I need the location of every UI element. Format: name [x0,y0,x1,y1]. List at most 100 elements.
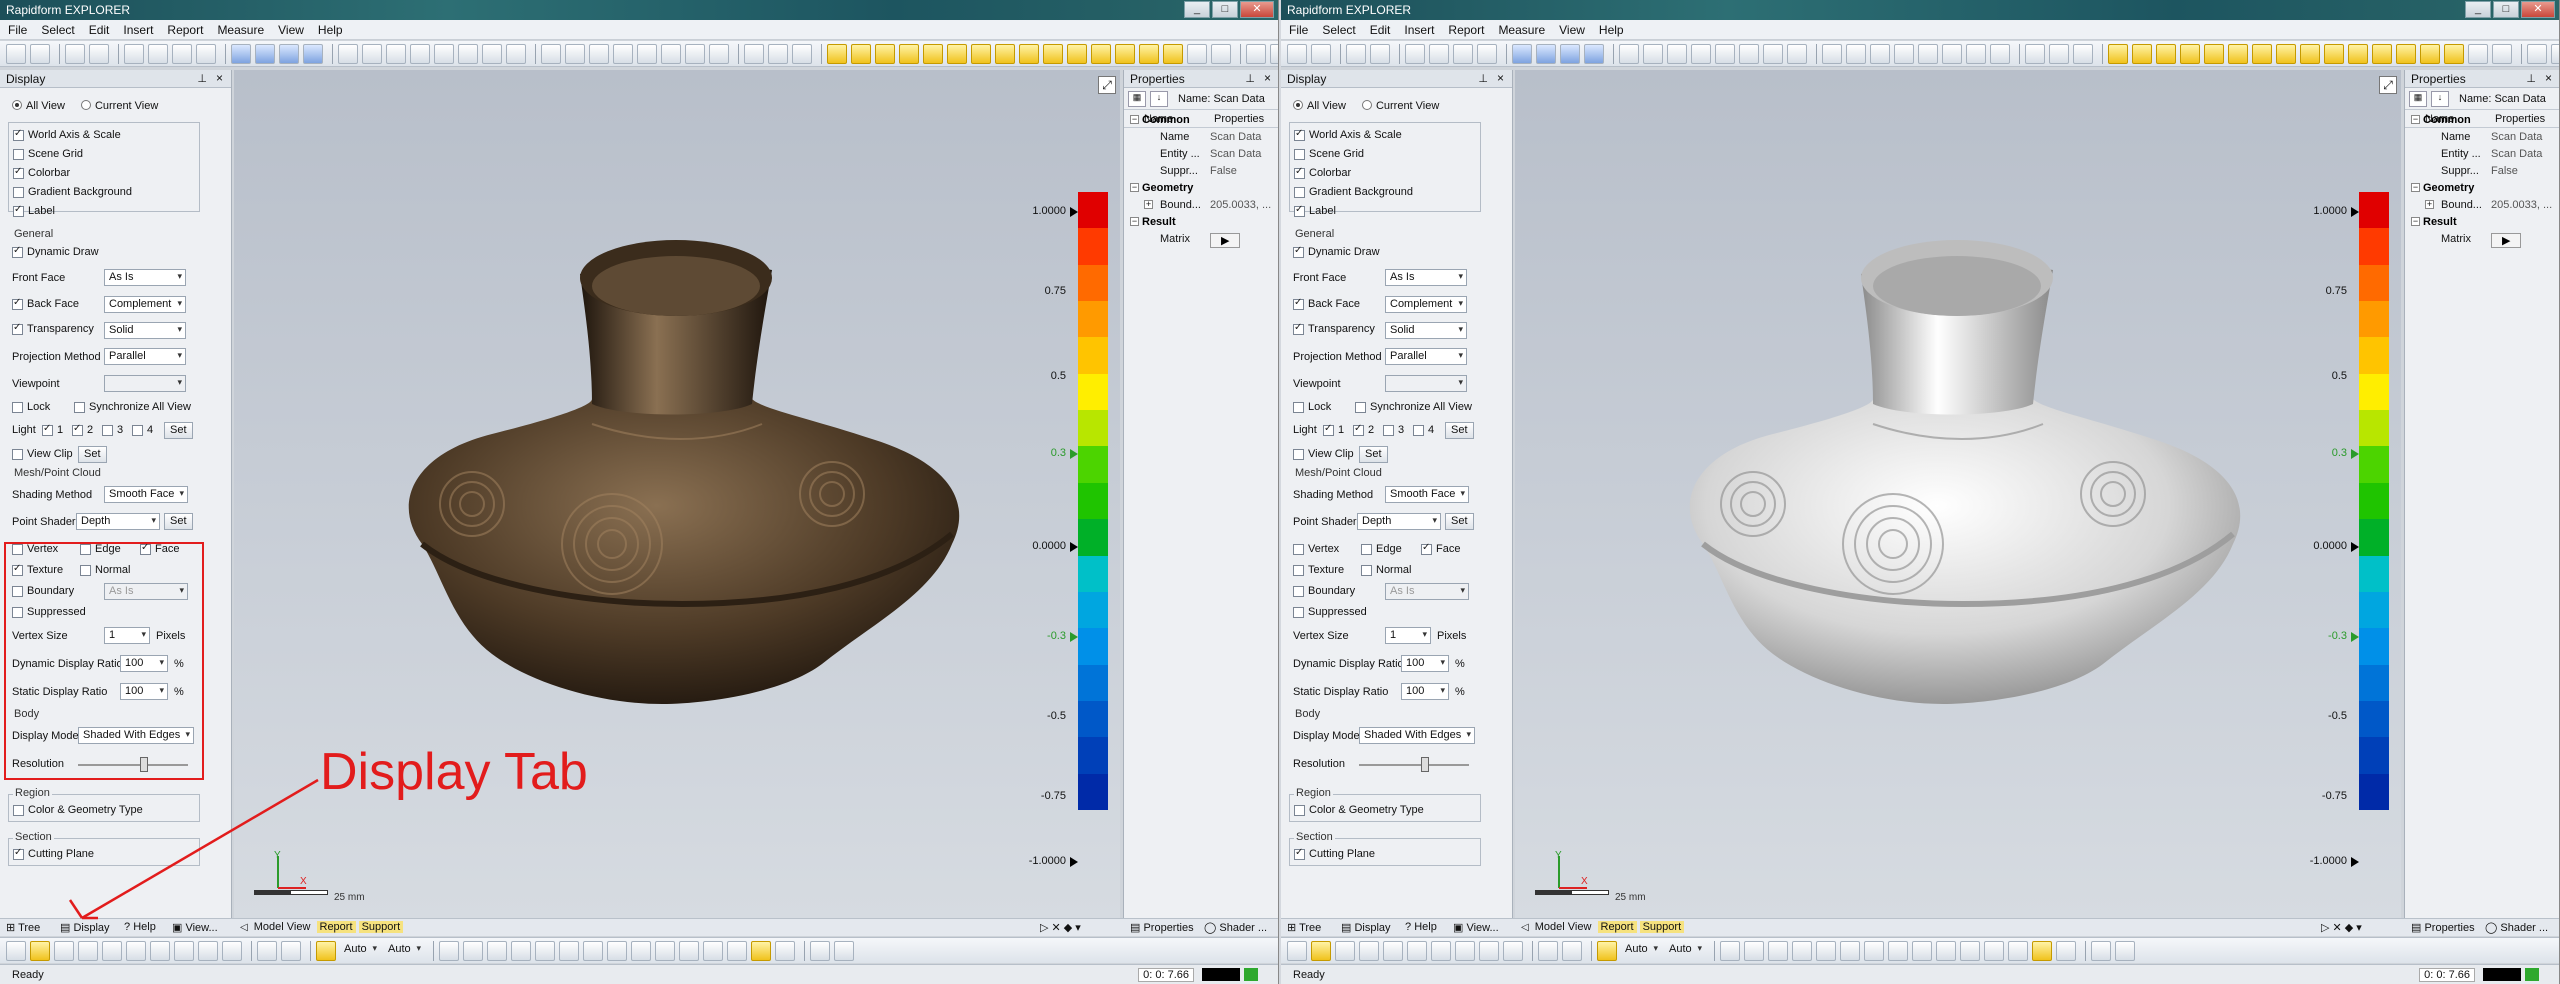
close-icon[interactable]: × [1497,71,1504,85]
tab-report[interactable]: Report [1597,921,1637,933]
toolbar-tool-23-icon[interactable] [506,43,526,64]
scene-grid-checkbox[interactable]: Scene Grid [1294,148,1364,160]
collapse-icon[interactable]: − [1130,115,1139,124]
toolbar-tool-1-icon[interactable] [1311,43,1331,64]
tab-model-view[interactable]: Model View [1532,921,1595,933]
toolbar-tool-6-icon[interactable] [1405,43,1425,64]
menu-insert[interactable]: Insert [1404,23,1434,37]
bottom-tool-25-icon[interactable] [607,940,627,961]
colorbar-marker-icon[interactable] [2351,207,2359,217]
property-row[interactable]: Suppr... False [1124,163,1278,180]
cutting-plane-checkbox[interactable]: Cutting Plane [1294,847,1375,860]
light-1-checkbox[interactable]: 1 [1323,423,1344,436]
property-row[interactable]: + Bound... 205.0033, ... [2405,197,2559,214]
back-face-checkbox[interactable]: Back Face [1293,297,1360,310]
tab-scroll-left-icon[interactable]: ◁ [1521,922,1529,933]
collapse-icon[interactable]: − [1130,217,1139,226]
toolbar-tool-14-icon[interactable] [1584,43,1604,64]
toolbar-tool-52-icon[interactable] [1163,43,1183,64]
bottom-tool-24-icon[interactable] [583,940,603,961]
toolbar-tool-34-icon[interactable] [2025,43,2045,64]
toolbar-tool-40-icon[interactable] [2156,43,2176,64]
bottom-tool-8-icon[interactable] [1479,940,1499,961]
property-row[interactable]: Entity ... Scan Data [2405,146,2559,163]
toolbar-tool-54-icon[interactable] [1211,43,1231,64]
toolbar-tool-21-icon[interactable] [1739,43,1759,64]
bottom-tool-31-icon[interactable] [751,940,771,961]
colorbar-marker-icon[interactable] [1070,449,1078,459]
bottom-tool-30-icon[interactable] [727,940,747,961]
resolution-slider[interactable] [1359,757,1469,772]
close-button[interactable]: ✕ [1240,1,1274,18]
toolbar-tool-53-icon[interactable] [1187,43,1207,64]
shading-select[interactable]: Smooth Face [1385,486,1469,503]
toolbar-tool-44-icon[interactable] [2252,43,2272,64]
toolbar-tool-46-icon[interactable] [2300,43,2320,64]
light-set-button[interactable]: Set [1445,422,1474,439]
collapse-icon[interactable]: − [2411,183,2420,192]
bottom-tool-14-icon[interactable] [1597,940,1617,961]
light-2-checkbox[interactable]: 2 [1353,423,1374,436]
bottom-tool-21-icon[interactable] [1792,940,1812,961]
normal-checkbox[interactable]: Normal [1361,564,1411,576]
light-3-checkbox[interactable]: 3 [1383,424,1404,436]
bottom-tool-22-icon[interactable] [535,940,555,961]
bottom-tool-18-icon[interactable] [439,940,459,961]
collapse-icon[interactable]: − [1130,183,1139,192]
toolbar-tool-11-icon[interactable] [1512,43,1532,64]
bottom-tool-31-icon[interactable] [2032,940,2052,961]
bottom-tool-27-icon[interactable] [655,940,675,961]
bottom-tool-26-icon[interactable] [1912,940,1932,961]
toolbar-tool-36-icon[interactable] [792,43,812,64]
expand-icon[interactable]: ⤢ [2379,76,2397,94]
toolbar-tool-8-icon[interactable] [1453,43,1473,64]
toolbar-tool-20-icon[interactable] [434,43,454,64]
property-row[interactable]: Name Scan Data [2405,129,2559,146]
point-shader-set-button[interactable]: Set [1445,513,1474,530]
boundary-select[interactable]: As Is [1385,583,1469,600]
pin-icon[interactable]: ⊥ [1478,72,1488,85]
tab-help[interactable]: ? Help [1405,921,1437,933]
radio-current-view[interactable]: Current View [1361,100,1439,112]
bottom-tool-9-icon[interactable] [1503,940,1523,961]
toolbar-tool-57-icon[interactable] [2551,43,2559,64]
toolbar-tool-38-icon[interactable] [827,43,847,64]
toolbar-tool-25-icon[interactable] [1822,43,1842,64]
menu-measure[interactable]: Measure [1498,23,1545,37]
toolbar-tool-22-icon[interactable] [1763,43,1783,64]
bottom-tool-30-icon[interactable] [2008,940,2028,961]
static-ratio-select[interactable]: 100 [1401,683,1449,700]
toolbar-tool-19-icon[interactable] [410,43,430,64]
minimize-button[interactable]: _ [2465,1,2491,18]
property-section[interactable]: − Common [1124,112,1278,129]
minimize-button[interactable]: _ [1184,1,1210,18]
bottom-tool-29-icon[interactable] [703,940,723,961]
toolbar-tool-49-icon[interactable] [1091,43,1111,64]
bottom-tool-0-icon[interactable] [1287,940,1307,961]
toolbar-tool-48-icon[interactable] [2348,43,2368,64]
view-nav-icons[interactable]: ▷ ✕ ◆ ▾ [1040,921,1081,934]
toolbar-tool-3-icon[interactable] [1346,43,1366,64]
toolbar-tool-29-icon[interactable] [1918,43,1938,64]
pin-icon[interactable]: ⊥ [2526,72,2536,85]
toolbar-tool-45-icon[interactable] [2276,43,2296,64]
toolbar-tool-26-icon[interactable] [1846,43,1866,64]
toolbar-tool-38-icon[interactable] [2108,43,2128,64]
tab-shader[interactable]: ◯ Shader ... [2485,921,2548,934]
bottom-tool-6-icon[interactable] [1431,940,1451,961]
tab-properties[interactable]: ▤ Properties [1130,921,1194,934]
toolbar-tool-17-icon[interactable] [1643,43,1663,64]
bottom-tool-11-icon[interactable] [1538,940,1558,961]
bottom-tool-32-icon[interactable] [775,940,795,961]
sync-all-view-checkbox[interactable]: Synchronize All View [1355,401,1472,413]
gradient-bg-checkbox[interactable]: Gradient Background [1294,186,1413,198]
boundary-checkbox[interactable]: Boundary [1293,585,1355,597]
toolbar-tool-28-icon[interactable] [613,43,633,64]
tab-tree[interactable]: ⊞ Tree [1287,921,1321,934]
texture-checkbox[interactable]: Texture [1293,564,1344,576]
toolbar-tool-56-icon[interactable] [2527,43,2547,64]
lock-checkbox[interactable]: Lock [1293,401,1331,413]
toolbar-tool-46-icon[interactable] [1019,43,1039,64]
toolbar-tool-43-icon[interactable] [2228,43,2248,64]
bottom-tool-24-icon[interactable] [1864,940,1884,961]
